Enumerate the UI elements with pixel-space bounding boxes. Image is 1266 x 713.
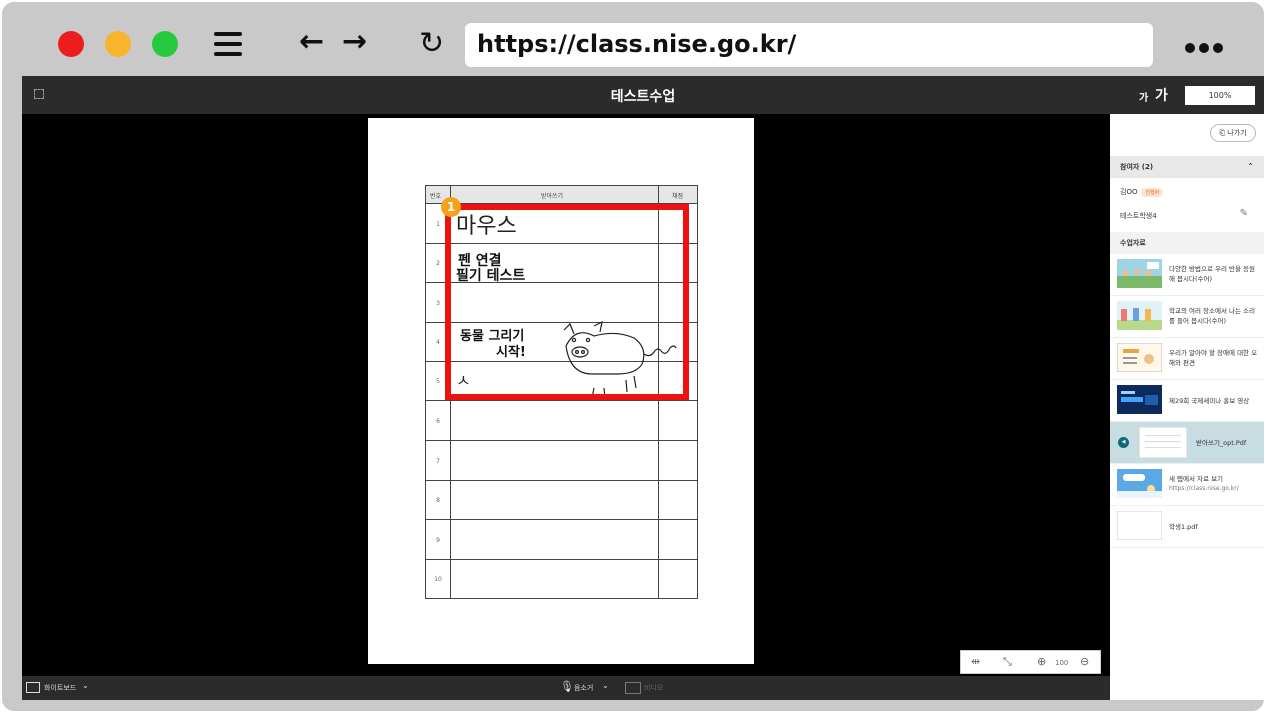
material-thumbnail bbox=[1117, 301, 1162, 330]
app-topbar: 테스트수업 가 가 100% bbox=[22, 76, 1264, 114]
material-item[interactable]: 제29회 국제세미나 홍보 영상 bbox=[1110, 380, 1264, 422]
selected-indicator-icon: ◀ bbox=[1118, 437, 1129, 448]
material-title: 받아쓰기_opt.Pdf bbox=[1196, 439, 1247, 447]
materials-header: 수업자료 bbox=[1110, 232, 1264, 254]
material-thumbnail bbox=[1117, 511, 1162, 540]
participant-name: 테스트학생4 bbox=[1120, 212, 1157, 220]
sidebar: ⎗ 나가기 참여자 (2) ⌃ 김OO 진행자 테스트학생4 ✎ 수업자료 다양한… bbox=[1110, 114, 1264, 700]
chevron-down-icon[interactable]: ⌄ bbox=[82, 681, 89, 690]
more-options-icon[interactable] bbox=[1185, 38, 1227, 57]
minimize-window-button[interactable] bbox=[105, 31, 131, 57]
maximize-window-button[interactable] bbox=[152, 31, 178, 57]
font-decrease-button[interactable]: 가 bbox=[1139, 89, 1148, 104]
whiteboard-icon[interactable] bbox=[26, 682, 40, 693]
chevron-down-icon[interactable]: ⌄ bbox=[602, 681, 609, 690]
participant-item: 테스트학생4 ✎ bbox=[1120, 208, 1260, 221]
material-item[interactable]: 우리가 알아야 할 장애에 대한 오해와 편견 bbox=[1110, 338, 1264, 380]
microphone-icon[interactable]: 🎙 bbox=[560, 680, 574, 693]
class-title: 테스트수업 bbox=[610, 89, 676, 105]
close-window-button[interactable] bbox=[58, 31, 84, 57]
document-stage: 번호 받아쓰기 채점 1 2 3 4 5 6 7 8 9 10 마우스 펜 연결… bbox=[22, 114, 1110, 676]
zoom-level-field[interactable]: 100% bbox=[1185, 86, 1255, 105]
material-title: 새 탭에서 자료 보기 https://class.nise.go.kr/ bbox=[1169, 474, 1259, 494]
mute-label[interactable]: 음소거 bbox=[574, 683, 593, 693]
forward-arrow-icon[interactable]: → bbox=[342, 24, 367, 60]
menu-icon[interactable] bbox=[214, 32, 242, 56]
document-page[interactable]: 번호 받아쓰기 채점 1 2 3 4 5 6 7 8 9 10 마우스 펜 연결… bbox=[368, 118, 754, 664]
material-item[interactable]: 학교의 여러 장소에서 나는 소리를 들어 봅시다(수어) bbox=[1110, 296, 1264, 338]
exit-label: 나가기 bbox=[1227, 129, 1247, 137]
material-title: 우리가 알아야 할 장애에 대한 오해와 편견 bbox=[1169, 349, 1258, 367]
chevron-up-icon[interactable]: ⌃ bbox=[1247, 156, 1254, 178]
back-arrow-icon[interactable]: ← bbox=[299, 24, 324, 60]
pencil-icon[interactable]: ✎ bbox=[1240, 208, 1248, 219]
participant-name: 김OO bbox=[1120, 188, 1138, 196]
reload-icon[interactable]: ↻ bbox=[419, 26, 444, 62]
camera-icon[interactable] bbox=[625, 682, 641, 694]
zoom-control: ⇹ ⤡ ⊕ 100 ⊖ bbox=[960, 650, 1101, 674]
app-bottombar: 화이트보드 ⌄ 🎙 음소거 ⌄ 비디오 bbox=[22, 676, 1110, 700]
class-app: 테스트수업 가 가 100% 번호 받아쓰기 채점 1 2 3 4 5 6 7 … bbox=[22, 76, 1264, 700]
browser-frame: ← → ↻ https://class.nise.go.kr/ 테스트수업 가 … bbox=[2, 2, 1264, 711]
material-thumbnail bbox=[1117, 385, 1162, 414]
participants-header[interactable]: 참여자 (2) ⌃ bbox=[1110, 156, 1264, 178]
materials-header-label: 수업자료 bbox=[1120, 239, 1146, 247]
participant-item: 김OO 진행자 bbox=[1120, 187, 1164, 197]
fit-width-icon[interactable]: ⇹ bbox=[971, 655, 980, 668]
material-url[interactable]: https://class.nise.go.kr/ bbox=[1169, 484, 1259, 494]
material-item-selected[interactable]: ◀ 받아쓰기_opt.Pdf bbox=[1110, 422, 1264, 464]
material-item[interactable]: 새 탭에서 자료 보기 https://class.nise.go.kr/ bbox=[1110, 464, 1264, 506]
participants-header-label: 참여자 (2) bbox=[1120, 163, 1154, 171]
browser-titlebar: ← → ↻ https://class.nise.go.kr/ bbox=[2, 2, 1264, 74]
host-badge: 진행자 bbox=[1141, 188, 1164, 197]
material-title: 학교의 여러 장소에서 나는 소리를 들어 봅시다(수어) bbox=[1169, 307, 1256, 325]
address-bar[interactable]: https://class.nise.go.kr/ bbox=[465, 23, 1153, 67]
material-thumbnail bbox=[1117, 343, 1162, 372]
zoom-out-icon[interactable]: ⊖ bbox=[1080, 655, 1089, 668]
zoom-value: 100 bbox=[1055, 659, 1069, 667]
material-thumbnail bbox=[1139, 427, 1187, 458]
material-title-text: 새 탭에서 자료 보기 bbox=[1169, 475, 1224, 483]
material-item[interactable]: 다양한 방법으로 우리 반을 응원해 봅시다(수어) bbox=[1110, 254, 1264, 296]
whiteboard-label[interactable]: 화이트보드 bbox=[44, 683, 76, 693]
material-item[interactable]: 학생1.pdf bbox=[1110, 506, 1264, 548]
material-title: 학생1.pdf bbox=[1169, 523, 1198, 531]
annotation-marker: 1 bbox=[441, 197, 461, 217]
material-title: 제29회 국제세미나 홍보 영상 bbox=[1169, 397, 1250, 405]
material-title: 다양한 방법으로 우리 반을 응원해 봅시다(수어) bbox=[1169, 265, 1256, 283]
exit-button[interactable]: ⎗ 나가기 bbox=[1210, 124, 1256, 142]
address-text: https://class.nise.go.kr/ bbox=[477, 30, 797, 58]
material-thumbnail bbox=[1117, 259, 1162, 288]
highlight-box bbox=[445, 204, 689, 400]
zoom-in-icon[interactable]: ⊕ bbox=[1037, 655, 1046, 668]
video-label[interactable]: 비디오 bbox=[644, 683, 663, 693]
material-thumbnail bbox=[1117, 469, 1162, 498]
font-increase-button[interactable]: 가 bbox=[1155, 85, 1168, 105]
fit-page-icon[interactable]: ⤡ bbox=[1003, 655, 1012, 669]
